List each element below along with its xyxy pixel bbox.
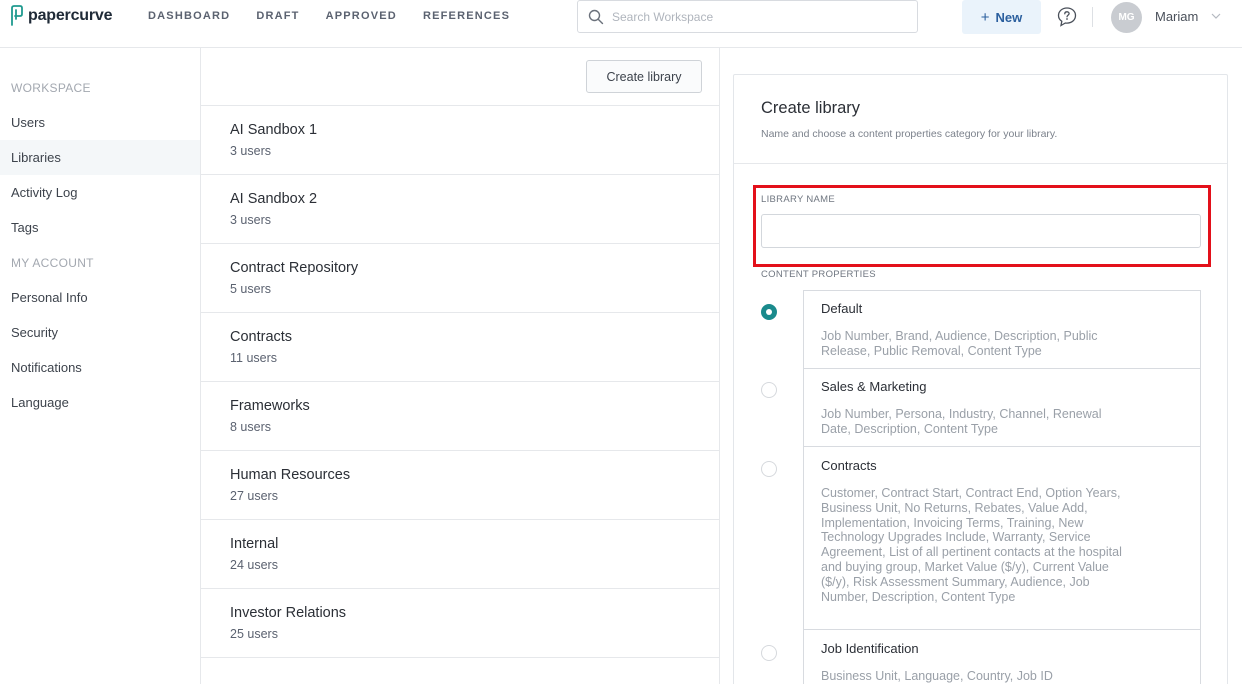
library-row[interactable]: Contracts 11 users [201,312,720,381]
library-row[interactable]: AI Sandbox 1 3 users [201,105,720,174]
option-job-identification[interactable]: Job Identification Business Unit, Langua… [803,629,1201,684]
create-library-button[interactable]: Create library [586,60,702,93]
library-user-count: 25 users [230,627,278,641]
library-row[interactable]: AI Sandbox 2 3 users [201,174,720,243]
sidebar-item-notifications[interactable]: Notifications [0,350,200,385]
library-row[interactable]: Investor Relations 25 users [201,588,720,657]
sidebar-item-users[interactable]: Users [0,105,200,140]
search-input[interactable] [612,9,892,24]
library-user-count: 11 users [230,351,278,365]
library-user-count: 8 users [230,420,271,434]
top-bar: papercurve DASHBOARD DRAFT APPROVED REFE… [0,0,1242,48]
sidebar-item-libraries[interactable]: Libraries [0,140,200,175]
option-title: Contracts [821,458,877,473]
sidebar: WORKSPACE Users Libraries Activity Log T… [0,48,200,684]
panel-title: Create library [761,99,861,117]
library-name: Investor Relations [230,605,347,621]
sidebar-section-workspace: WORKSPACE [11,80,91,95]
papercurve-logo-icon [11,5,23,26]
option-description: Job Number, Brand, Audience, Description… [821,329,1098,358]
radio-default[interactable] [761,304,777,320]
brand-name: papercurve [28,7,113,24]
avatar[interactable]: MG [1111,2,1142,33]
new-button[interactable]: + New [962,0,1041,34]
library-row[interactable]: Frameworks 8 users [201,381,720,450]
radio-sales-marketing[interactable] [761,382,777,398]
option-description: Customer, Contract Start, Contract End, … [821,486,1122,604]
plus-icon: + [980,8,990,26]
library-name: Contracts [230,329,293,345]
library-row[interactable]: Internal 24 users [201,519,720,588]
panel-subtitle: Name and choose a content properties cat… [761,128,1058,140]
library-user-count: 27 users [230,489,278,503]
library-name: Contract Repository [230,260,359,276]
content-properties-label: CONTENT PROPERTIES [761,269,876,280]
library-user-count: 3 users [230,213,271,227]
nav-dashboard[interactable]: DASHBOARD [148,10,230,22]
library-row[interactable]: Human Resources 27 users [201,450,720,519]
option-sales-marketing[interactable]: Sales & Marketing Job Number, Persona, I… [803,368,1201,447]
library-user-count: 24 users [230,558,278,572]
sidebar-item-tags[interactable]: Tags [0,210,200,245]
user-name[interactable]: Mariam [1155,9,1198,24]
search-box[interactable] [577,0,918,33]
option-description: Job Number, Persona, Industry, Channel, … [821,407,1102,436]
library-list: Create library AI Sandbox 1 3 users AI S… [200,48,720,684]
nav-references[interactable]: REFERENCES [423,10,510,22]
library-name: Internal [230,536,279,552]
panel-divider [734,163,1227,164]
highlight-box [753,185,1211,267]
option-title: Sales & Marketing [821,379,927,394]
option-default[interactable]: Default Job Number, Brand, Audience, Des… [803,290,1201,369]
chevron-down-icon[interactable] [1211,12,1221,20]
library-user-count: 3 users [230,144,271,158]
create-library-panel: Create library Name and choose a content… [733,74,1228,684]
nav-approved[interactable]: APPROVED [326,10,397,22]
library-row[interactable] [201,657,720,684]
sidebar-section-my-account: MY ACCOUNT [11,255,94,270]
radio-job-identification[interactable] [761,645,777,661]
option-title: Job Identification [821,641,919,656]
search-icon [588,9,604,24]
nav-draft[interactable]: DRAFT [256,10,299,22]
option-title: Default [821,301,863,316]
new-button-label: New [995,9,1023,25]
library-name: AI Sandbox 1 [230,122,318,138]
option-description: Business Unit, Language, Country, Job ID [821,669,1053,683]
sidebar-item-security[interactable]: Security [0,315,200,350]
chat-question-icon[interactable] [1056,6,1078,28]
sidebar-item-activity-log[interactable]: Activity Log [0,175,200,210]
sidebar-item-language[interactable]: Language [0,385,200,420]
topbar-divider [1092,7,1093,27]
sidebar-item-personal-info[interactable]: Personal Info [0,280,200,315]
radio-contracts[interactable] [761,461,777,477]
library-name: Frameworks [230,398,310,414]
library-user-count: 5 users [230,282,271,296]
library-row[interactable]: Contract Repository 5 users [201,243,720,312]
main-nav: DASHBOARD DRAFT APPROVED REFERENCES [148,10,510,22]
library-name: AI Sandbox 2 [230,191,318,207]
option-contracts[interactable]: Contracts Customer, Contract Start, Cont… [803,446,1201,630]
library-name: Human Resources [230,467,351,483]
logo[interactable]: papercurve [10,5,112,27]
